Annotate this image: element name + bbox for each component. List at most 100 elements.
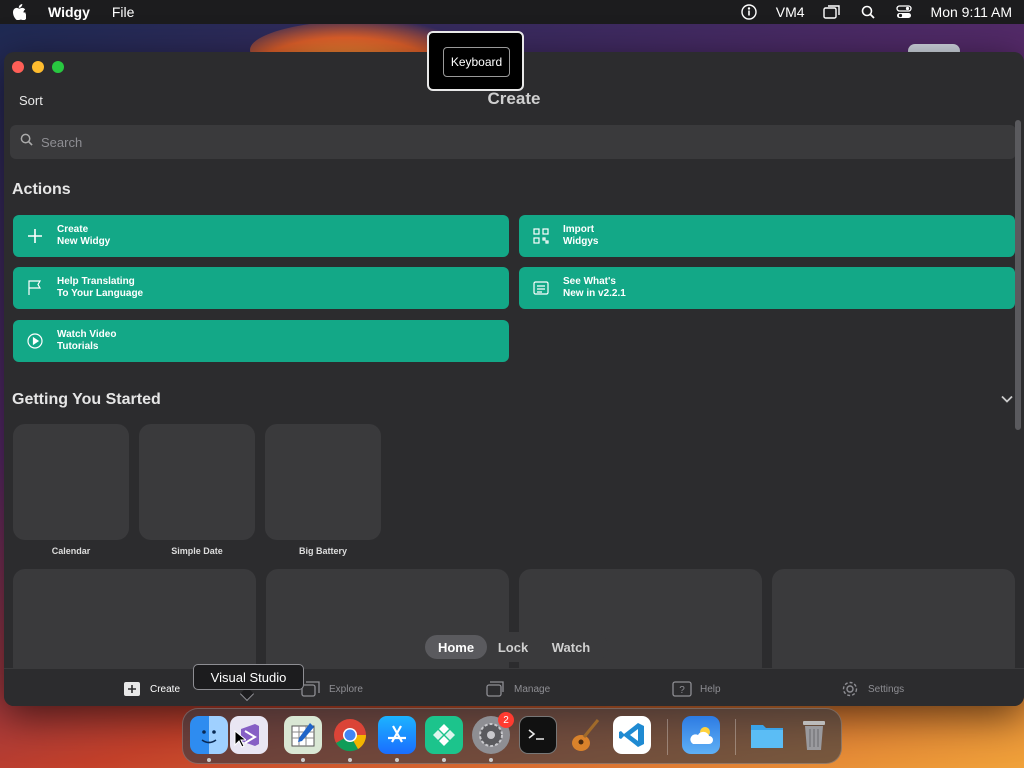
actions-heading: Actions — [12, 181, 71, 198]
mouse-cursor-icon — [234, 729, 248, 753]
tile-label: Calendar — [51, 546, 91, 556]
action-label-line1: Create — [57, 224, 89, 235]
keyboard-popup: Keyboard — [427, 31, 524, 91]
running-indicator — [489, 758, 493, 762]
dock: 2 — [182, 708, 842, 764]
spotlight-icon[interactable] — [859, 4, 877, 20]
dock-tooltip: Visual Studio — [193, 664, 304, 690]
whats-new-button[interactable]: See What's New in v2.2.1 — [519, 267, 1015, 309]
news-icon — [531, 278, 551, 298]
help-translating-button[interactable]: Help Translating To Your Language — [13, 267, 509, 309]
notification-badge: 2 — [498, 712, 514, 728]
tab-label: Create — [150, 683, 181, 695]
terminal-icon[interactable] — [519, 716, 557, 754]
tile-label: Simple Date — [171, 546, 223, 556]
menu-bar: Widgy File VM4 Mon 9:11 AM — [0, 0, 1024, 24]
flag-icon — [25, 278, 45, 298]
trash-icon[interactable] — [795, 716, 833, 754]
vscode-icon[interactable] — [613, 716, 651, 754]
explore-icon — [301, 681, 321, 697]
control-center-icon[interactable] — [895, 4, 913, 20]
action-label-line2: New Widgy — [57, 236, 111, 247]
tab-help[interactable]: ? Help — [672, 681, 721, 697]
gear-icon — [840, 681, 860, 697]
search-input[interactable] — [41, 134, 941, 150]
dock-separator — [735, 719, 736, 755]
action-label-line2: New in v2.2.1 — [563, 288, 626, 299]
chrome-icon[interactable] — [331, 716, 369, 754]
widget-tile[interactable] — [772, 569, 1015, 679]
tab-settings[interactable]: Settings — [840, 681, 904, 697]
widget-tile[interactable] — [13, 569, 256, 679]
keyboard-button[interactable]: Keyboard — [443, 47, 510, 77]
widgy-icon[interactable] — [425, 716, 463, 754]
getting-started-heading: Getting You Started — [12, 391, 161, 408]
action-label-line2: Tutorials — [57, 341, 99, 352]
svg-text:?: ? — [679, 685, 685, 696]
create-new-widgy-button[interactable]: Create New Widgy — [13, 215, 509, 257]
search-bar[interactable] — [10, 125, 1016, 159]
action-label-line2: To Your Language — [57, 288, 144, 299]
action-label-line1: See What's — [563, 276, 616, 287]
tab-label: Manage — [514, 683, 551, 695]
running-indicator — [207, 758, 211, 762]
window-icon[interactable] — [822, 4, 841, 20]
scrollbar[interactable] — [1015, 120, 1021, 430]
minimize-button[interactable] — [32, 61, 44, 73]
tab-label: Help — [700, 683, 721, 695]
segment-home[interactable]: Home — [425, 635, 487, 659]
window-controls — [12, 61, 64, 73]
tab-explore[interactable]: Explore — [301, 681, 363, 697]
dock-separator — [667, 719, 668, 755]
template-tile-big-battery[interactable] — [265, 424, 381, 540]
chevron-down-icon[interactable] — [1000, 392, 1014, 406]
numbers-icon[interactable] — [284, 716, 322, 754]
menu-user[interactable]: VM4 — [776, 4, 805, 20]
weather-icon[interactable] — [682, 716, 720, 754]
action-label-line1: Help Translating — [57, 276, 135, 287]
menu-app-name[interactable]: Widgy — [48, 4, 90, 20]
widget-tile[interactable] — [266, 569, 509, 679]
close-button[interactable] — [12, 61, 24, 73]
system-settings-icon[interactable]: 2 — [472, 712, 514, 754]
app-store-icon[interactable] — [378, 716, 416, 754]
app-window: Sort Create Actions Create New Widgy Imp… — [4, 52, 1024, 706]
tab-label: Explore — [329, 683, 363, 695]
action-label-line1: Watch Video — [57, 329, 117, 340]
widget-tile[interactable] — [519, 569, 762, 679]
action-label-line1: Import — [563, 224, 595, 235]
finder-icon[interactable] — [190, 716, 228, 754]
qr-code-icon — [531, 226, 551, 246]
tab-label: Settings — [868, 683, 905, 695]
tab-bar: Create Explore Manage ? Help Settings — [4, 668, 1024, 706]
template-tile-calendar[interactable] — [13, 424, 129, 540]
running-indicator — [395, 758, 399, 762]
apple-icon[interactable] — [12, 4, 28, 20]
plus-icon — [25, 226, 45, 246]
accessibility-icon[interactable] — [740, 4, 758, 20]
zoom-button[interactable] — [52, 61, 64, 73]
widget-size-segmented-control: Home Lock Watch — [422, 632, 608, 662]
help-icon: ? — [672, 681, 692, 697]
menu-clock[interactable]: Mon 9:11 AM — [931, 4, 1012, 20]
tab-manage[interactable]: Manage — [486, 681, 550, 697]
folder-icon[interactable] — [748, 716, 786, 754]
running-indicator — [348, 758, 352, 762]
running-indicator — [301, 758, 305, 762]
manage-icon — [486, 681, 506, 697]
action-label-line2: Widgys — [563, 236, 599, 247]
page-title: Create — [487, 89, 541, 108]
play-circle-icon — [25, 331, 45, 351]
import-widgys-button[interactable]: Import Widgys — [519, 215, 1015, 257]
watch-tutorials-button[interactable]: Watch Video Tutorials — [13, 320, 509, 362]
plus-square-icon — [122, 681, 142, 697]
garageband-icon[interactable] — [566, 716, 604, 754]
tab-create[interactable]: Create — [122, 681, 180, 697]
running-indicator — [442, 758, 446, 762]
tile-label: Big Battery — [298, 546, 347, 556]
search-icon — [20, 133, 33, 151]
template-tile-simple-date[interactable] — [139, 424, 255, 540]
menu-file[interactable]: File — [112, 4, 135, 20]
segment-lock[interactable]: Lock — [487, 635, 539, 659]
segment-watch[interactable]: Watch — [539, 635, 603, 659]
